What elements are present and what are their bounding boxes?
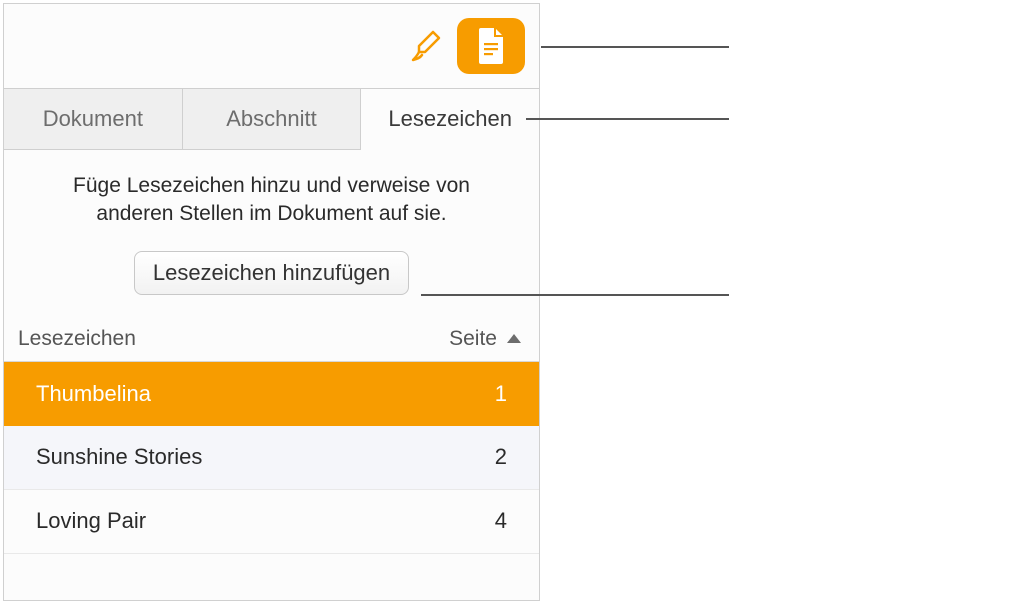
panel-toolbar <box>4 4 539 88</box>
bookmark-row[interactable]: Sunshine Stories 2 <box>4 426 539 490</box>
inspector-tabs: Dokument Abschnitt Lesezeichen <box>4 88 539 150</box>
bookmark-page: 2 <box>495 444 507 470</box>
bookmarks-panel: Dokument Abschnitt Lesezeichen Füge Lese… <box>3 3 540 601</box>
bookmark-row[interactable]: Thumbelina 1 <box>4 362 539 426</box>
bookmark-name: Sunshine Stories <box>36 444 202 470</box>
callout-line <box>526 118 729 120</box>
bookmarks-help-text: Füge Lesezeichen hinzu und verweise von … <box>34 172 509 229</box>
add-bookmark-button[interactable]: Lesezeichen hinzufügen <box>134 251 409 295</box>
bookmark-page: 4 <box>495 508 507 534</box>
document-inspector-button[interactable] <box>457 18 525 74</box>
bookmark-name: Loving Pair <box>36 508 146 534</box>
bookmark-row[interactable]: Loving Pair 4 <box>4 490 539 554</box>
header-page-sort[interactable]: Seite <box>449 327 521 351</box>
sort-ascending-icon <box>507 334 521 343</box>
bookmark-page: 1 <box>495 381 507 407</box>
bookmarks-info-area: Füge Lesezeichen hinzu und verweise von … <box>4 150 539 317</box>
bookmark-name: Thumbelina <box>36 381 151 407</box>
header-page-label: Seite <box>449 327 497 351</box>
header-name-label: Lesezeichen <box>18 327 136 351</box>
bookmark-list: Thumbelina 1 Sunshine Stories 2 Loving P… <box>4 362 539 554</box>
callout-line <box>541 46 729 48</box>
format-brush-icon[interactable] <box>409 28 445 64</box>
bookmark-list-header: Lesezeichen Seite <box>4 317 539 362</box>
tab-document[interactable]: Dokument <box>4 89 183 149</box>
callout-line <box>421 294 729 296</box>
tab-section[interactable]: Abschnitt <box>183 89 362 149</box>
tab-bookmarks[interactable]: Lesezeichen <box>361 89 539 150</box>
